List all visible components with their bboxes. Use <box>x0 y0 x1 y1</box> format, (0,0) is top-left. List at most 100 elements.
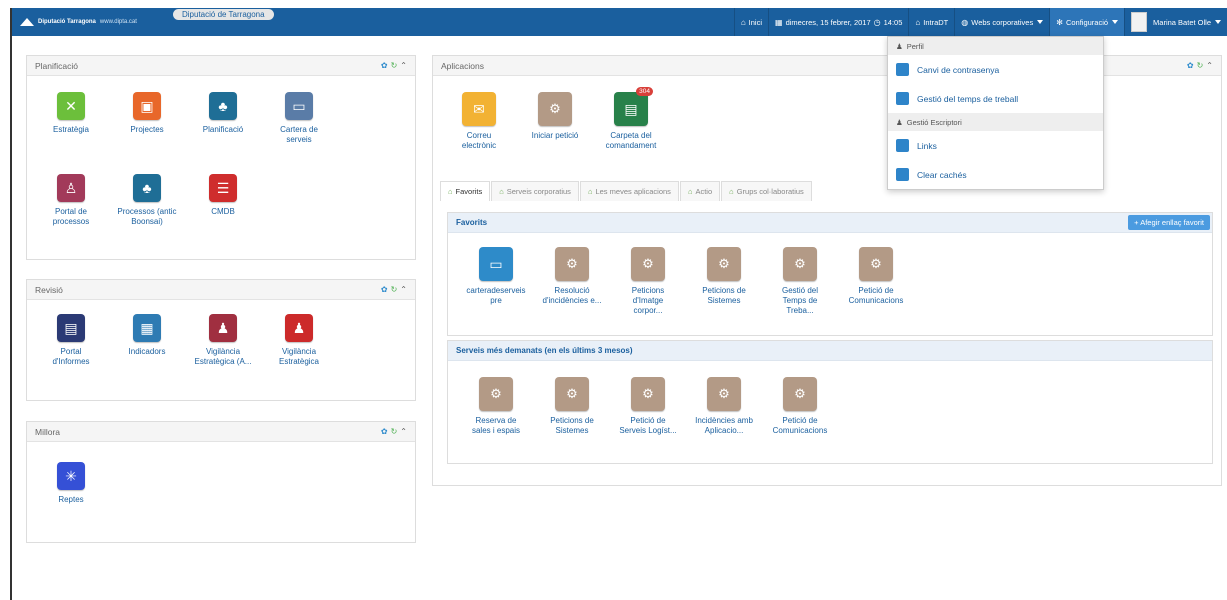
tile-vigilancia-a[interactable]: ♟ Vigilància Estratègica (A... <box>193 314 253 367</box>
tile-label: Incidències amb Aplicacio... <box>695 416 753 435</box>
nav-user[interactable]: Marina Batet Olle <box>1124 8 1227 36</box>
add-favorite-button[interactable]: + Afegir enllaç favorit <box>1128 215 1210 230</box>
gear-icon: ⚙ <box>707 377 741 411</box>
tab-label: Serveis corporatius <box>506 187 571 196</box>
tile-label: carteradeserveis pre <box>466 286 526 305</box>
req-incidencies[interactable]: ⚙ Incidències amb Aplicacio... <box>694 377 754 436</box>
tile-correu[interactable]: ✉ Correu electrònic <box>449 92 509 151</box>
tile-portal-informes[interactable]: ▤ Portal d'Informes <box>41 314 101 367</box>
list-icon <box>896 168 909 181</box>
tree-icon: ♣ <box>133 174 161 202</box>
settings-icon[interactable]: ✿ <box>381 285 388 294</box>
collapse-icon[interactable]: ⌃ <box>400 285 407 294</box>
tile-reptes[interactable]: ✳ Reptes <box>41 462 101 505</box>
home-icon: ⌂ <box>687 187 693 196</box>
menu-item-work-time[interactable]: Gestió del temps de treball <box>888 84 1103 113</box>
tile-cartera[interactable]: ▭ Cartera de serveis <box>269 92 329 145</box>
panel-title: Millora <box>35 426 61 437</box>
avatar <box>1131 12 1148 32</box>
tile-planificacio[interactable]: ♣ Planificació <box>193 92 253 135</box>
nav-intradt[interactable]: ⌂ IntraDT <box>908 8 954 36</box>
menu-item-label: Canvi de contrasenya <box>917 64 1000 75</box>
tile-label: Portal de processos <box>52 207 90 226</box>
tile-label: Peticions de Sistemes <box>550 416 594 435</box>
top-navbar: Diputació Tarragona www.dipta.cat Diputa… <box>12 8 1227 36</box>
tile-portal-processos[interactable]: ♙ Portal de processos <box>41 174 101 227</box>
tile-label: Estratègia <box>52 125 90 134</box>
tab-favorits[interactable]: ⌂ Favorits <box>440 181 491 201</box>
nav-home[interactable]: ⌂ Inici <box>733 8 768 36</box>
fav-peticio-comunicacions[interactable]: ⚙ Petició de Comunicacions <box>846 247 906 306</box>
section-title: Serveis més demanats (en els últims 3 me… <box>456 346 633 355</box>
date-label: dimecres, 15 febrer, 2017 <box>785 17 871 27</box>
tile-label: Correu electrònic <box>461 131 497 150</box>
fav-gestio-temps[interactable]: ⚙ Gestió del Temps de Treba... <box>770 247 830 316</box>
settings-icon[interactable]: ✿ <box>1187 61 1194 70</box>
tile-indicadors[interactable]: ▦ Indicadors <box>117 314 177 357</box>
gear-icon: ⚙ <box>631 247 665 281</box>
tile-label: Indicadors <box>128 347 166 356</box>
menu-item-change-password[interactable]: Canvi de contrasenya <box>888 55 1103 84</box>
gear-icon: ⚙ <box>538 92 572 126</box>
tile-label: Reserva de sales i espais <box>471 416 521 435</box>
tab-label: Actio <box>695 187 713 196</box>
refresh-icon[interactable]: ↻ <box>391 285 398 294</box>
document-icon: ▤ <box>614 92 648 126</box>
fav-carteradeserveis[interactable]: ▭ carteradeserveis pre <box>466 247 526 306</box>
refresh-icon[interactable]: ↻ <box>391 61 398 70</box>
tab-actio[interactable]: ⌂ Actio <box>679 181 721 201</box>
nav-webs[interactable]: ◍ Webs corporatives <box>954 8 1049 36</box>
section-label: Gestió Escriptori <box>906 117 962 127</box>
tab-meves-aplicacions[interactable]: ⌂ Les meves aplicacions <box>579 181 679 201</box>
globe-icon: ◍ <box>961 17 969 27</box>
collapse-icon[interactable]: ⌃ <box>400 61 407 70</box>
gear-icon: ⚙ <box>783 247 817 281</box>
tab-serveis-corporatius[interactable]: ⌂ Serveis corporatius <box>491 181 579 201</box>
tile-processos[interactable]: ♣ Processos (antic Boonsai) <box>117 174 177 227</box>
fav-peticions-sistemes[interactable]: ⚙ Peticions de Sistemes <box>694 247 754 306</box>
tile-carpeta[interactable]: ▤ 304 Carpeta del comandament <box>601 87 661 151</box>
menu-item-label: Clear cachés <box>917 169 967 180</box>
tile-projectes[interactable]: ▣ Projectes <box>117 92 177 135</box>
req-reserva-sales[interactable]: ⚙ Reserva de sales i espais <box>466 377 526 436</box>
gear-icon: ⚙ <box>555 377 589 411</box>
menu-item-clear-caches[interactable]: Clear cachés <box>888 160 1103 189</box>
tab-label: Favorits <box>455 187 483 196</box>
tile-label: Gestió del Temps de Treba... <box>781 286 819 315</box>
collapse-icon[interactable]: ⌃ <box>400 427 407 436</box>
chevron-down-icon <box>1112 20 1119 24</box>
refresh-icon[interactable]: ↻ <box>1197 61 1204 70</box>
req-serveis-logistics[interactable]: ⚙ Petició de Serveis Logíst... <box>618 377 678 436</box>
tab-label: Les meves aplicacions <box>595 187 671 196</box>
gear-icon: ⚙ <box>631 377 665 411</box>
tile-label: Portal d'Informes <box>52 347 90 366</box>
menu-item-links[interactable]: Links <box>888 131 1103 160</box>
tile-iniciar-peticio[interactable]: ⚙ Iniciar petició <box>525 92 585 141</box>
tile-label: Cartera de serveis <box>280 125 318 144</box>
tile-estrategia[interactable]: ✕ Estratègia <box>41 92 101 135</box>
list-icon <box>896 139 909 152</box>
tab-grups[interactable]: ⌂ Grups col·laboratius <box>721 181 812 201</box>
calendar-icon <box>896 92 909 105</box>
home-icon: ⌂ <box>499 187 504 196</box>
settings-icon[interactable]: ✿ <box>381 61 388 70</box>
tile-vigilancia[interactable]: ♟ Vigilància Estratègica <box>269 314 329 367</box>
brand-logo[interactable]: Diputació Tarragona www.dipta.cat <box>12 8 137 36</box>
fav-resolucio[interactable]: ⚙ Resolució d'incidències e... <box>542 247 602 306</box>
tile-label: Vigilància Estratègica (A... <box>194 347 252 366</box>
nav-config[interactable]: ✻ Configuració <box>1049 8 1125 36</box>
dashboard-icon: ▦ <box>133 314 161 342</box>
tile-label: Peticions d'Imatge corpor... <box>631 286 665 315</box>
req-peticions-sistemes[interactable]: ⚙ Peticions de Sistemes <box>542 377 602 436</box>
tile-cmdb[interactable]: ☰ CMDB <box>193 174 253 217</box>
hierarchy-icon: ♙ <box>57 174 85 202</box>
strategy-icon: ✕ <box>57 92 85 120</box>
tile-label: Reptes <box>58 495 84 504</box>
settings-icon[interactable]: ✿ <box>381 427 388 436</box>
tile-label: Petició de Comunicacions <box>848 286 904 305</box>
refresh-icon[interactable]: ↻ <box>391 427 398 436</box>
collapse-icon[interactable]: ⌃ <box>1206 61 1213 70</box>
fav-peticions-imatge[interactable]: ⚙ Peticions d'Imatge corpor... <box>618 247 678 316</box>
req-comunicacions[interactable]: ⚙ Petició de Comunicacions <box>770 377 830 436</box>
time-label: 14:05 <box>883 17 903 27</box>
